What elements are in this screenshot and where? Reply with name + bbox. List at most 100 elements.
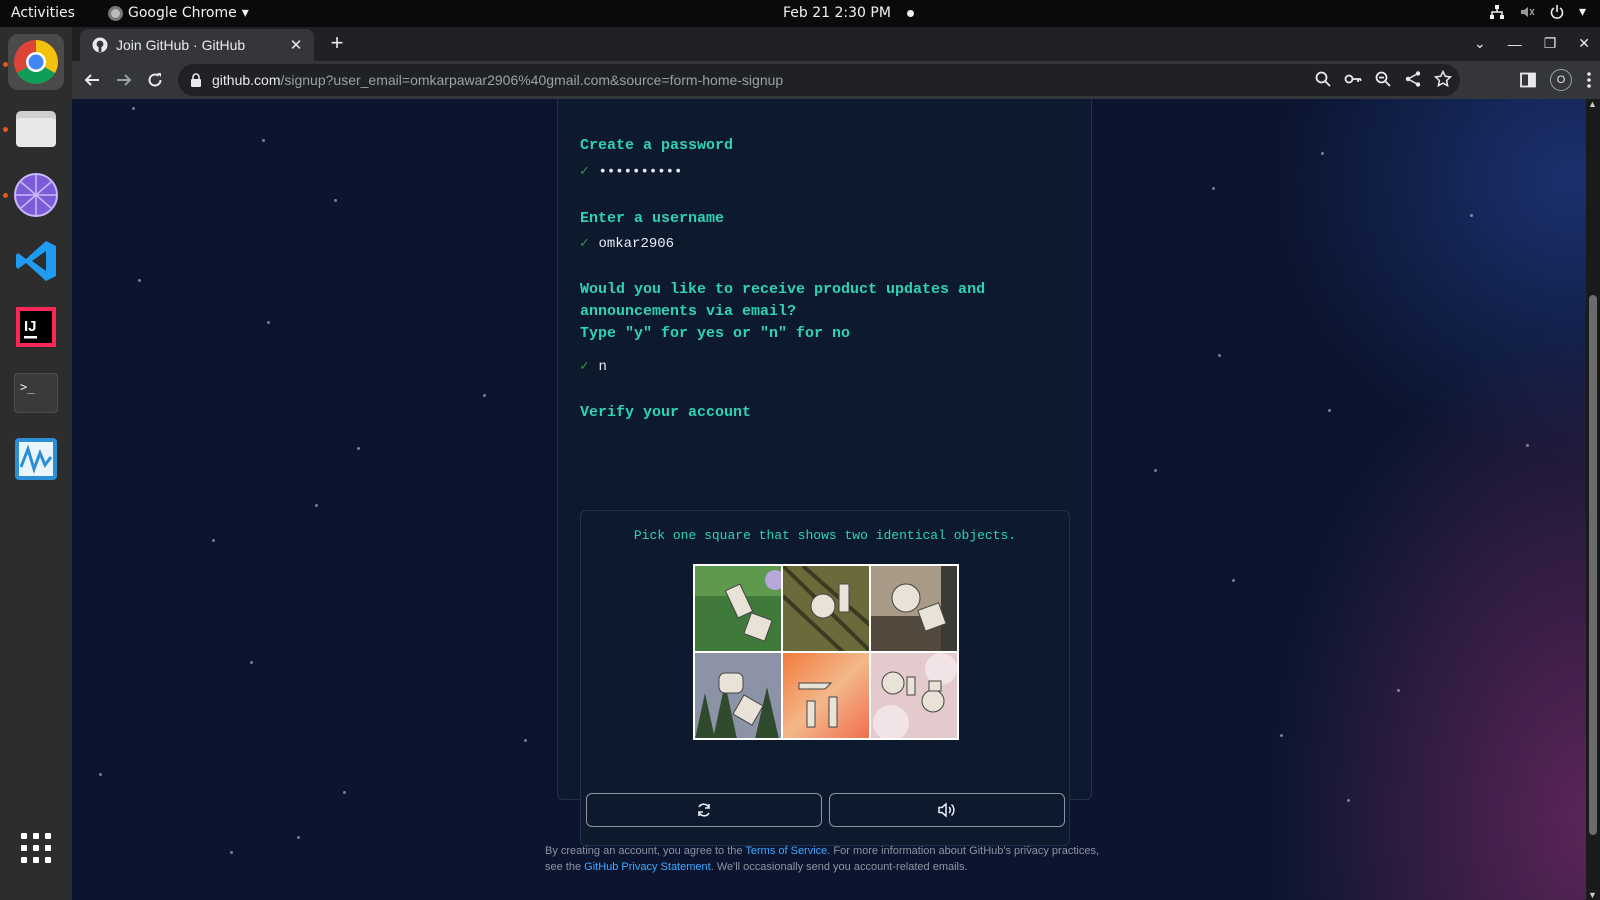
search-icon[interactable] (1314, 70, 1332, 88)
star (212, 539, 215, 542)
dock-files[interactable] (8, 101, 64, 157)
speaker-icon (938, 802, 955, 818)
side-panel-icon[interactable] (1520, 72, 1536, 88)
footer-line-2: see the GitHub Privacy Statement. We'll … (545, 859, 1105, 875)
captcha-tile-6[interactable] (871, 653, 957, 738)
star (524, 739, 527, 742)
dock-intellij[interactable]: IJ (8, 299, 64, 355)
footer-line-1: By creating an account, you agree to the… (545, 843, 1105, 859)
privacy-statement-link[interactable]: GitHub Privacy Statement (584, 861, 711, 873)
maximize-button[interactable]: ❐ (1544, 35, 1557, 52)
star (132, 107, 135, 110)
captcha-panel: Pick one square that shows two identical… (580, 510, 1070, 846)
back-arrow-icon (84, 74, 99, 86)
star (267, 321, 270, 324)
star (1328, 409, 1331, 412)
scroll-up-arrow-icon[interactable]: ▲ (1588, 99, 1597, 109)
verify-prompt: Verify your account (580, 404, 752, 421)
clock[interactable]: Feb 21 2:30 PM (783, 5, 914, 21)
files-icon (16, 111, 56, 147)
password-prompt: Create a password (580, 137, 734, 154)
dock-system-monitor[interactable] (8, 431, 64, 487)
star (1280, 734, 1283, 737)
check-icon: ✓ (580, 164, 589, 180)
toolbar-right: O (1520, 69, 1592, 91)
system-tray[interactable]: ▾ (1489, 4, 1586, 20)
captcha-tile-1[interactable] (695, 566, 781, 651)
tab-search-icon[interactable]: ⌄ (1474, 35, 1486, 52)
scroll-down-arrow-icon[interactable]: ▼ (1588, 890, 1597, 900)
dock-web-browser[interactable] (8, 167, 64, 223)
captcha-tile-3[interactable] (871, 566, 957, 651)
page-scrollbar[interactable]: ▲ ▼ (1586, 99, 1600, 900)
web-browser-icon (14, 173, 58, 217)
bookmark-star-icon[interactable] (1434, 70, 1452, 88)
share-icon[interactable] (1404, 70, 1422, 88)
username-value: omkar2906 (598, 235, 675, 252)
close-window-button[interactable]: ✕ (1578, 35, 1590, 52)
password-answer: ✓ •••••••••• (580, 163, 683, 181)
activities-button[interactable]: Activities (11, 5, 75, 21)
lock-icon[interactable] (190, 73, 202, 87)
url-path: /signup?user_email=omkarpawar2906%40gmai… (280, 72, 784, 88)
star (1347, 799, 1350, 802)
app-menu[interactable]: Google Chrome ▾ (108, 5, 249, 21)
captcha-tile-2[interactable] (783, 566, 869, 651)
star (357, 447, 360, 450)
footer-text: see the (545, 861, 585, 873)
captcha-instruction: Pick one square that shows two identical… (633, 528, 1017, 543)
new-tab-button[interactable]: + (325, 32, 349, 56)
tab-title: Join GitHub · GitHub (116, 37, 246, 53)
star (138, 279, 141, 282)
app-grid-icon (21, 833, 51, 863)
tile-image (695, 566, 781, 651)
star (230, 851, 233, 854)
star (1526, 444, 1529, 447)
updates-value: n (598, 358, 607, 375)
show-applications-button[interactable] (8, 820, 64, 876)
key-icon[interactable] (1344, 70, 1362, 88)
profile-avatar[interactable]: O (1550, 69, 1572, 91)
chrome-small-icon (108, 5, 123, 21)
star (1470, 214, 1473, 217)
refresh-captcha-button[interactable] (586, 793, 822, 827)
svg-text:>_: >_ (20, 380, 35, 394)
terms-of-service-link[interactable]: Terms of Service (745, 845, 827, 857)
address-bar[interactable]: github.com/signup?user_email=omkarpawar2… (178, 64, 1460, 96)
dock-vscode[interactable] (8, 233, 64, 289)
username-answer: ✓ omkar2906 (580, 235, 675, 253)
scrollbar-thumb[interactable] (1589, 295, 1597, 835)
captcha-tile-5[interactable] (783, 653, 869, 738)
close-tab-icon[interactable]: ✕ (286, 36, 306, 54)
footer-text: . For more information about GitHub's pr… (827, 845, 1099, 857)
forward-button[interactable] (114, 70, 134, 90)
browser-toolbar: github.com/signup?user_email=omkarpawar2… (72, 61, 1600, 99)
back-button[interactable] (82, 70, 102, 90)
audio-captcha-button[interactable] (829, 793, 1065, 827)
dock: IJ >_ (0, 27, 72, 900)
dock-terminal[interactable]: >_ (8, 365, 64, 421)
password-value: •••••••••• (598, 163, 683, 180)
monitor-icon (15, 438, 57, 480)
check-icon: ✓ (580, 359, 589, 375)
chevron-down-icon: ▾ (1578, 4, 1586, 20)
captcha-tile-4[interactable] (695, 653, 781, 738)
minimize-button[interactable]: — (1508, 36, 1522, 52)
url-text: github.com/signup?user_email=omkarpawar2… (212, 72, 783, 88)
dock-chrome[interactable] (8, 34, 64, 90)
star (1321, 152, 1324, 155)
updates-answer: ✓ n (580, 358, 607, 376)
kebab-menu-icon[interactable] (1586, 71, 1592, 89)
star (1232, 579, 1235, 582)
reload-button[interactable] (145, 70, 165, 90)
github-favicon-icon (92, 37, 108, 53)
chrome-window: Join GitHub · GitHub ✕ + ⌄ — ❐ ✕ github.… (72, 27, 1600, 900)
svg-text:IJ: IJ (24, 318, 37, 335)
notification-dot (906, 9, 914, 17)
star (262, 139, 265, 142)
tab-join-github[interactable]: Join GitHub · GitHub ✕ (80, 29, 314, 61)
network-icon (1489, 5, 1504, 19)
zoom-out-icon[interactable] (1374, 70, 1392, 88)
terminal-icon: >_ (14, 373, 58, 413)
vscode-icon (16, 241, 56, 281)
